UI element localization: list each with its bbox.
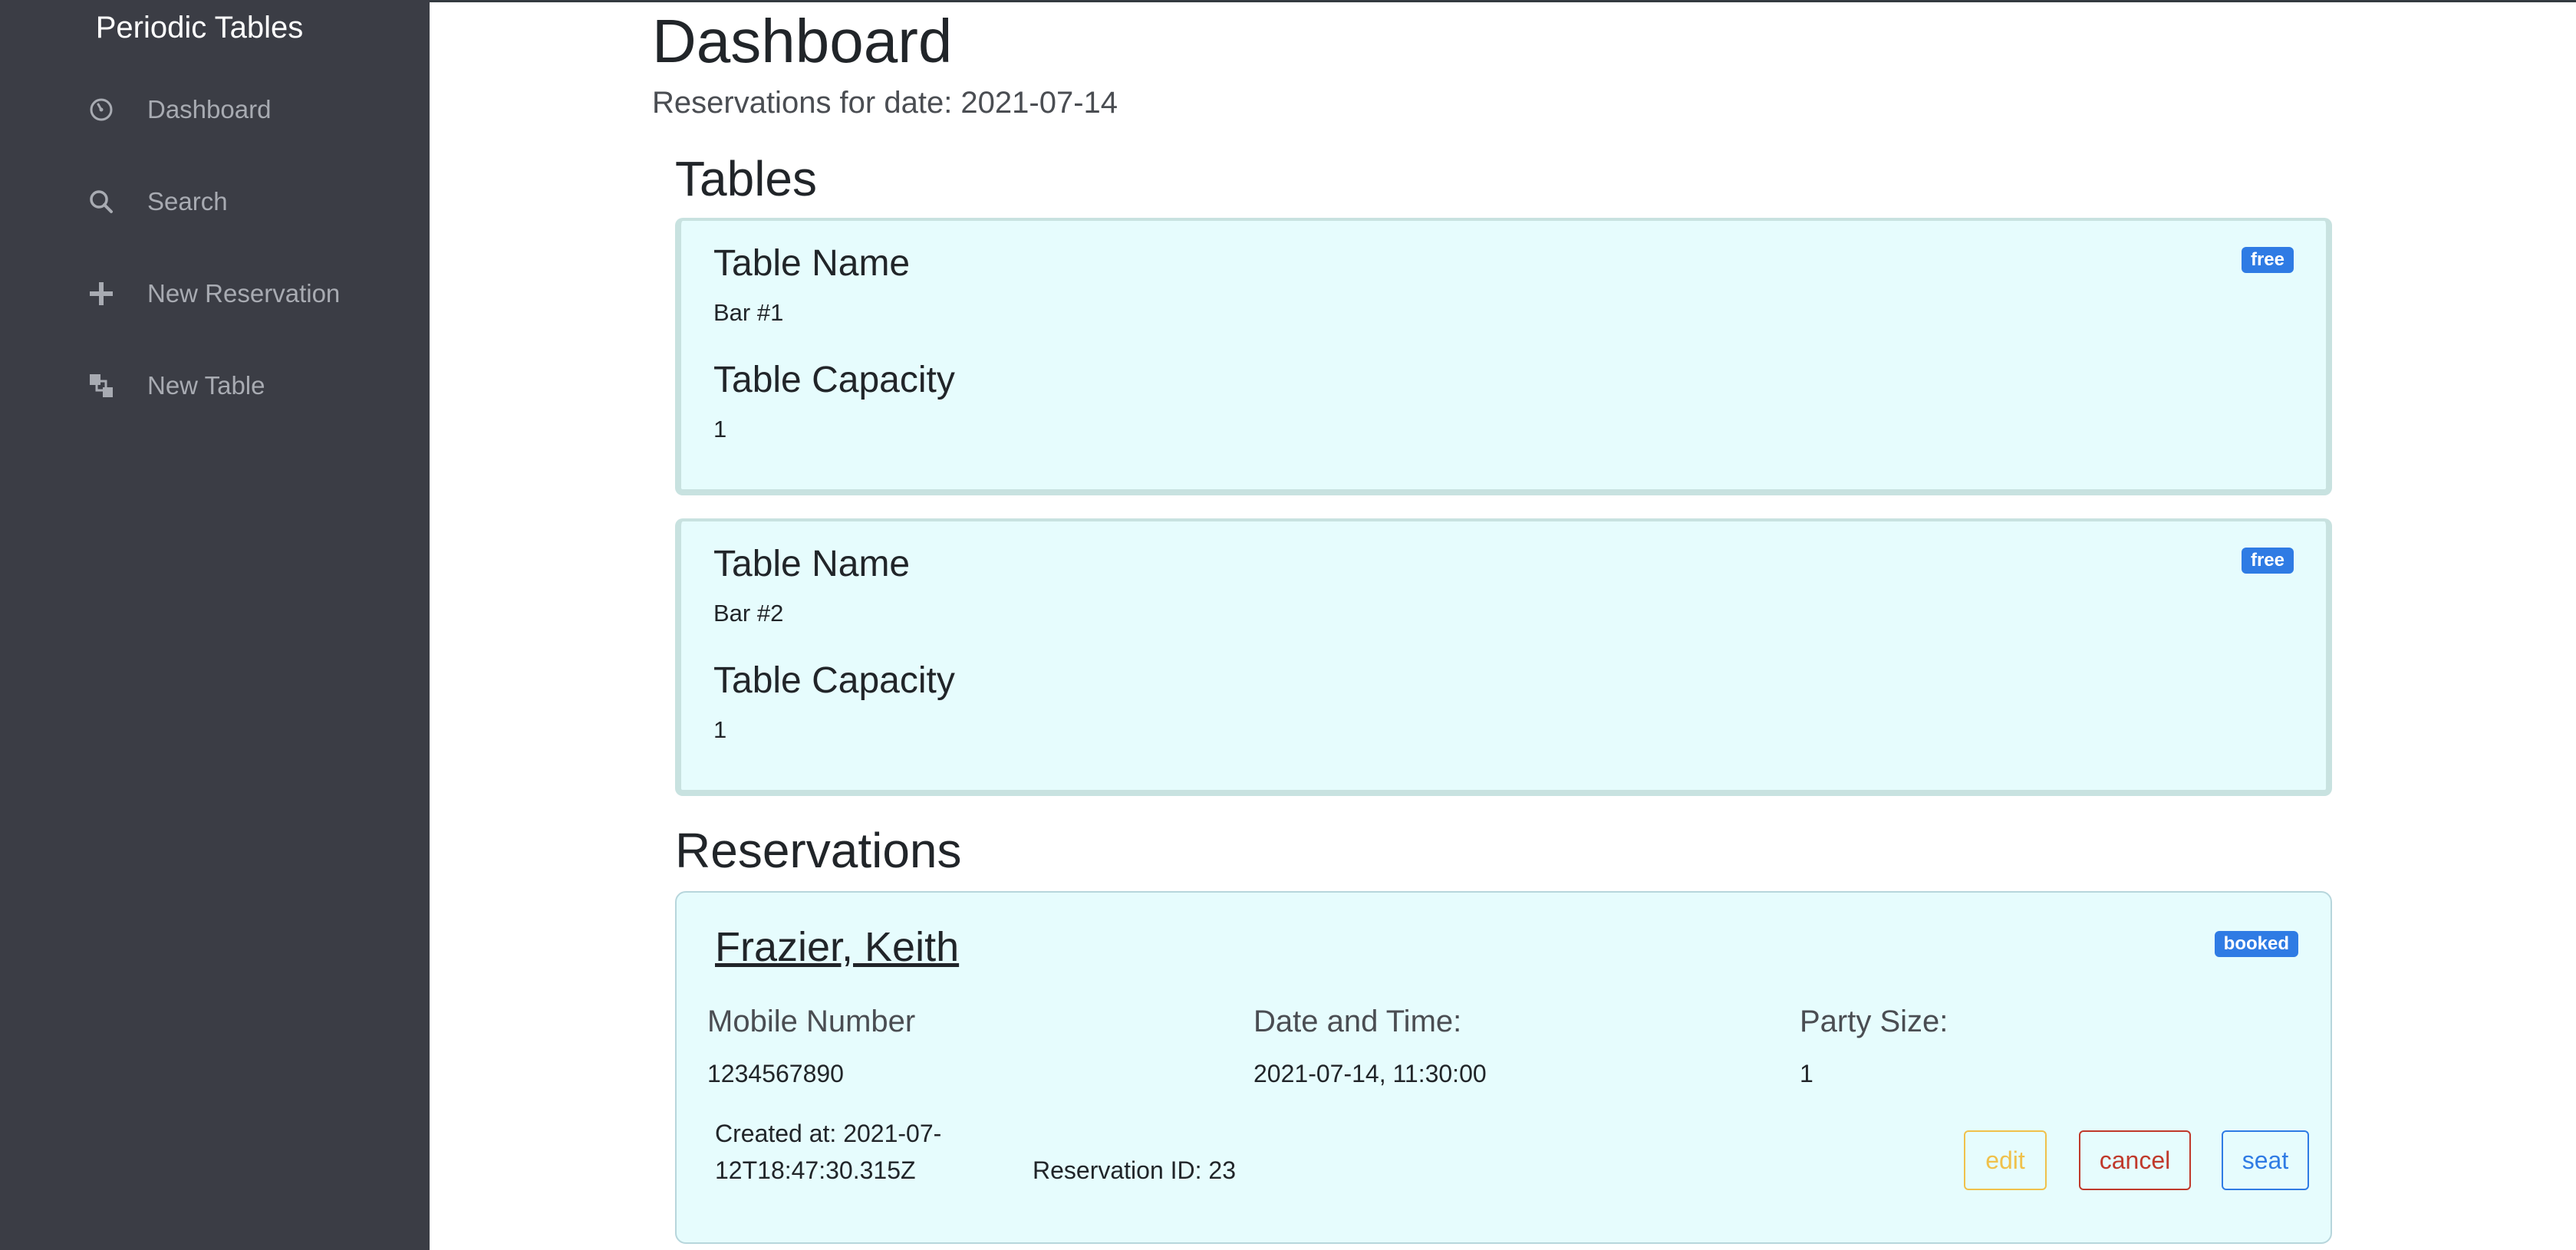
party-size-label: Party Size: — [1800, 1005, 1948, 1038]
table-name-label: Table Name — [713, 243, 911, 284]
table-capacity-label: Table Capacity — [713, 360, 955, 400]
layers-icon — [86, 370, 117, 401]
page-subtitle: Reservations for date: 2021-07-14 — [652, 86, 1118, 120]
sidebar-item-label: Search — [147, 187, 228, 215]
edit-button[interactable]: edit — [1964, 1130, 2047, 1190]
status-badge: free — [2241, 548, 2294, 574]
table-card: Table Name Bar #1 Table Capacity 1 free — [675, 218, 2332, 495]
table-card: Table Name Bar #2 Table Capacity 1 free — [675, 518, 2332, 796]
table-capacity-value: 1 — [713, 716, 727, 743]
datetime-value: 2021-07-14, 11:30:00 — [1253, 1060, 1487, 1087]
main-content: Dashboard Reservations for date: 2021-07… — [430, 0, 2576, 1250]
sidebar-item-label: New Reservation — [147, 279, 341, 308]
seat-button[interactable]: seat — [2222, 1130, 2309, 1190]
tables-heading: Tables — [675, 151, 817, 206]
sidebar-item-dashboard[interactable]: Dashboard — [86, 87, 271, 133]
mobile-label: Mobile Number — [707, 1005, 916, 1038]
party-size-value: 1 — [1800, 1060, 1813, 1087]
reservation-card: Frazier, Keith booked Mobile Number 1234… — [675, 891, 2332, 1244]
mobile-value: 1234567890 — [707, 1060, 844, 1087]
dashboard-icon — [86, 94, 117, 125]
page-title: Dashboard — [652, 7, 953, 75]
created-at-line2: 12T18:47:30.315Z — [715, 1156, 916, 1184]
created-at: Created at: 2021-07- 12T18:47:30.315Z — [715, 1115, 941, 1189]
brand-title[interactable]: Periodic Tables — [0, 11, 399, 45]
search-icon — [86, 186, 117, 217]
table-capacity-label: Table Capacity — [713, 660, 955, 701]
sidebar-item-label: New Table — [147, 371, 265, 400]
sidebar-item-search[interactable]: Search — [86, 179, 228, 225]
sidebar-item-label: Dashboard — [147, 95, 272, 123]
status-badge: booked — [2214, 931, 2298, 957]
table-name-value: Bar #1 — [713, 299, 784, 326]
sidebar-item-new-reservation[interactable]: New Reservation — [86, 271, 340, 317]
table-name-label: Table Name — [713, 544, 911, 584]
sidebar: Periodic Tables Dashboard Search New Res… — [0, 0, 430, 1250]
reservation-name-link[interactable]: Frazier, Keith — [715, 923, 959, 971]
cancel-button[interactable]: cancel — [2079, 1130, 2191, 1190]
reservation-id: Reservation ID: 23 — [1033, 1156, 1237, 1184]
table-capacity-value: 1 — [713, 416, 727, 442]
sidebar-item-new-table[interactable]: New Table — [86, 363, 265, 409]
datetime-label: Date and Time: — [1253, 1005, 1462, 1038]
plus-icon — [86, 278, 117, 309]
reservations-heading: Reservations — [675, 823, 962, 878]
table-name-value: Bar #2 — [713, 600, 784, 627]
created-at-line1: Created at: 2021-07- — [715, 1120, 942, 1147]
status-badge: free — [2241, 247, 2294, 273]
